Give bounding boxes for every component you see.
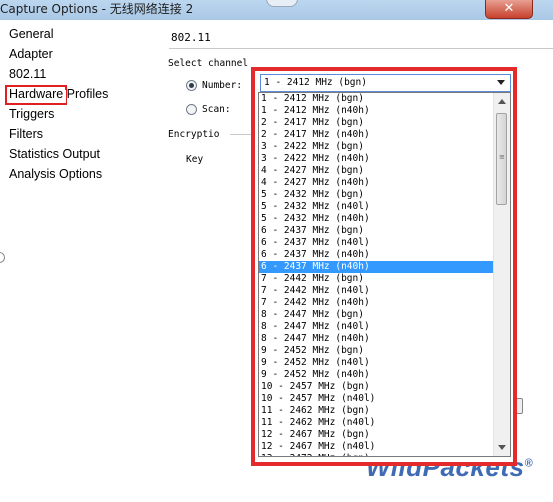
channel-option[interactable]: 12 - 2467 MHz (n40l) [259,441,493,453]
sidebar-item-hardware-profiles[interactable]: Hardware Profiles [9,87,108,101]
number-radio[interactable] [186,80,197,91]
encryption-divider [230,134,252,135]
channel-option[interactable]: 8 - 2447 MHz (n40l) [259,321,493,333]
window-title: Capture Options - 无线网络连接 2 [0,2,194,16]
channel-option[interactable]: 1 - 2412 MHz (bgn) [259,93,493,105]
title-divider [169,48,553,49]
channel-option[interactable]: 7 - 2442 MHz (n40h) [259,297,493,309]
channel-select-value: 1 - 2412 MHz (bgn) [264,77,367,88]
channel-option[interactable]: 6 - 2437 MHz (n40h) [259,261,493,273]
scrollbar-thumb[interactable]: ≡ [496,113,507,205]
channel-option[interactable]: 7 - 2442 MHz (n40l) [259,285,493,297]
channel-option[interactable]: 9 - 2452 MHz (bgn) [259,345,493,357]
channel-option[interactable]: 3 - 2422 MHz (n40h) [259,153,493,165]
channel-option[interactable]: 11 - 2462 MHz (bgn) [259,405,493,417]
select-channel-label: Select channel [168,58,249,69]
logo-trademark: ® [524,457,534,470]
channel-option[interactable]: 5 - 2432 MHz (n40h) [259,213,493,225]
channel-option[interactable]: 13 - 2472 MHz (bgn) [259,453,493,456]
sidebar: General Adapter 802.11 Hardware Profiles… [0,20,140,502]
sidebar-item-analysis-options[interactable]: Analysis Options [9,167,102,181]
grip-icon: ≡ [499,153,505,161]
scroll-down-arrow-icon[interactable] [498,445,506,450]
channel-option[interactable]: 2 - 2417 MHz (n40h) [259,129,493,141]
channel-option[interactable]: 8 - 2447 MHz (n40h) [259,333,493,345]
channel-option[interactable]: 6 - 2437 MHz (n40h) [259,249,493,261]
title-bar-widget [266,0,298,7]
channel-option[interactable]: 4 - 2427 MHz (bgn) [259,165,493,177]
channel-option[interactable]: 1 - 2412 MHz (n40h) [259,105,493,117]
number-label: Number: [202,80,243,91]
scan-radio[interactable] [186,104,197,115]
scan-label: Scan: [202,104,231,115]
channel-option[interactable]: 4 - 2427 MHz (n40h) [259,177,493,189]
scroll-up-arrow-icon[interactable] [498,99,506,104]
close-button[interactable]: ✕ [485,0,533,19]
encryption-label: Encryptio [168,129,220,140]
panel-title: 802.11 [171,31,211,44]
channel-option[interactable]: 2 - 2417 MHz (bgn) [259,117,493,129]
channel-option[interactable]: 10 - 2457 MHz (bgn) [259,381,493,393]
channel-option[interactable]: 5 - 2432 MHz (n40l) [259,201,493,213]
channel-option[interactable]: 9 - 2452 MHz (n40h) [259,369,493,381]
key-label: Key [186,154,204,165]
channel-dropdown-list[interactable]: 1 - 2412 MHz (bgn) 1 - 2412 MHz (n40h) 2 -… [258,92,511,457]
sidebar-item-general[interactable]: General [9,27,53,41]
channel-option[interactable]: 12 - 2467 MHz (bgn) [259,429,493,441]
channel-number-select[interactable]: 1 - 2412 MHz (bgn) [260,74,511,92]
channel-option[interactable]: 6 - 2437 MHz (bgn) [259,225,493,237]
sidebar-item-802-11[interactable]: 802.11 [9,67,46,81]
channel-option[interactable]: 6 - 2437 MHz (n40l) [259,237,493,249]
chevron-down-icon[interactable] [497,80,505,85]
sidebar-item-statistics-output[interactable]: Statistics Output [9,147,100,161]
channel-options: 1 - 2412 MHz (bgn) 1 - 2412 MHz (n40h) 2 -… [259,93,493,456]
sidebar-item-filters[interactable]: Filters [9,127,43,141]
channel-option[interactable]: 5 - 2432 MHz (bgn) [259,189,493,201]
channel-option[interactable]: 10 - 2457 MHz (n40l) [259,393,493,405]
title-bar: Capture Options - 无线网络连接 2 ✕ [0,0,553,21]
channel-option[interactable]: 7 - 2442 MHz (bgn) [259,273,493,285]
dropdown-scrollbar[interactable]: ≡ [493,93,510,456]
channel-option[interactable]: 9 - 2452 MHz (n40l) [259,357,493,369]
channel-option[interactable]: 11 - 2462 MHz (n40l) [259,417,493,429]
sidebar-item-triggers[interactable]: Triggers [9,107,54,121]
channel-option[interactable]: 8 - 2447 MHz (bgn) [259,309,493,321]
channel-option[interactable]: 3 - 2422 MHz (bgn) [259,141,493,153]
sidebar-item-adapter[interactable]: Adapter [9,47,53,61]
